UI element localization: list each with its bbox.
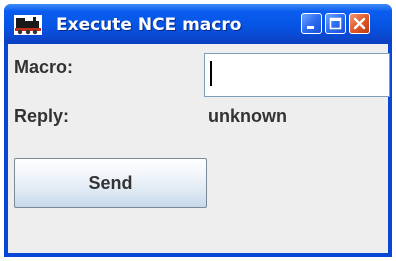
- minimize-button[interactable]: [301, 13, 322, 34]
- text-caret: [210, 61, 212, 86]
- reply-label: Reply:: [14, 106, 70, 126]
- window-title: Execute NCE macro: [56, 15, 242, 35]
- send-button-label: Send: [88, 173, 133, 193]
- reply-value: unknown: [208, 106, 287, 126]
- maximize-button[interactable]: [325, 13, 346, 34]
- close-button[interactable]: [349, 13, 370, 34]
- macro-label: Macro:: [14, 57, 74, 77]
- close-icon: [353, 17, 366, 30]
- train-icon: [13, 13, 43, 37]
- dialog-content: Macro: Reply: unknown Send: [8, 44, 390, 253]
- send-button[interactable]: Send: [14, 158, 207, 208]
- macro-input[interactable]: [204, 53, 390, 97]
- execute-nce-macro-window: Execute NCE macro Macro: Reply: unknown …: [4, 4, 392, 257]
- minimize-icon: [307, 26, 314, 29]
- maximize-icon: [329, 17, 342, 30]
- title-bar[interactable]: Execute NCE macro: [4, 4, 392, 44]
